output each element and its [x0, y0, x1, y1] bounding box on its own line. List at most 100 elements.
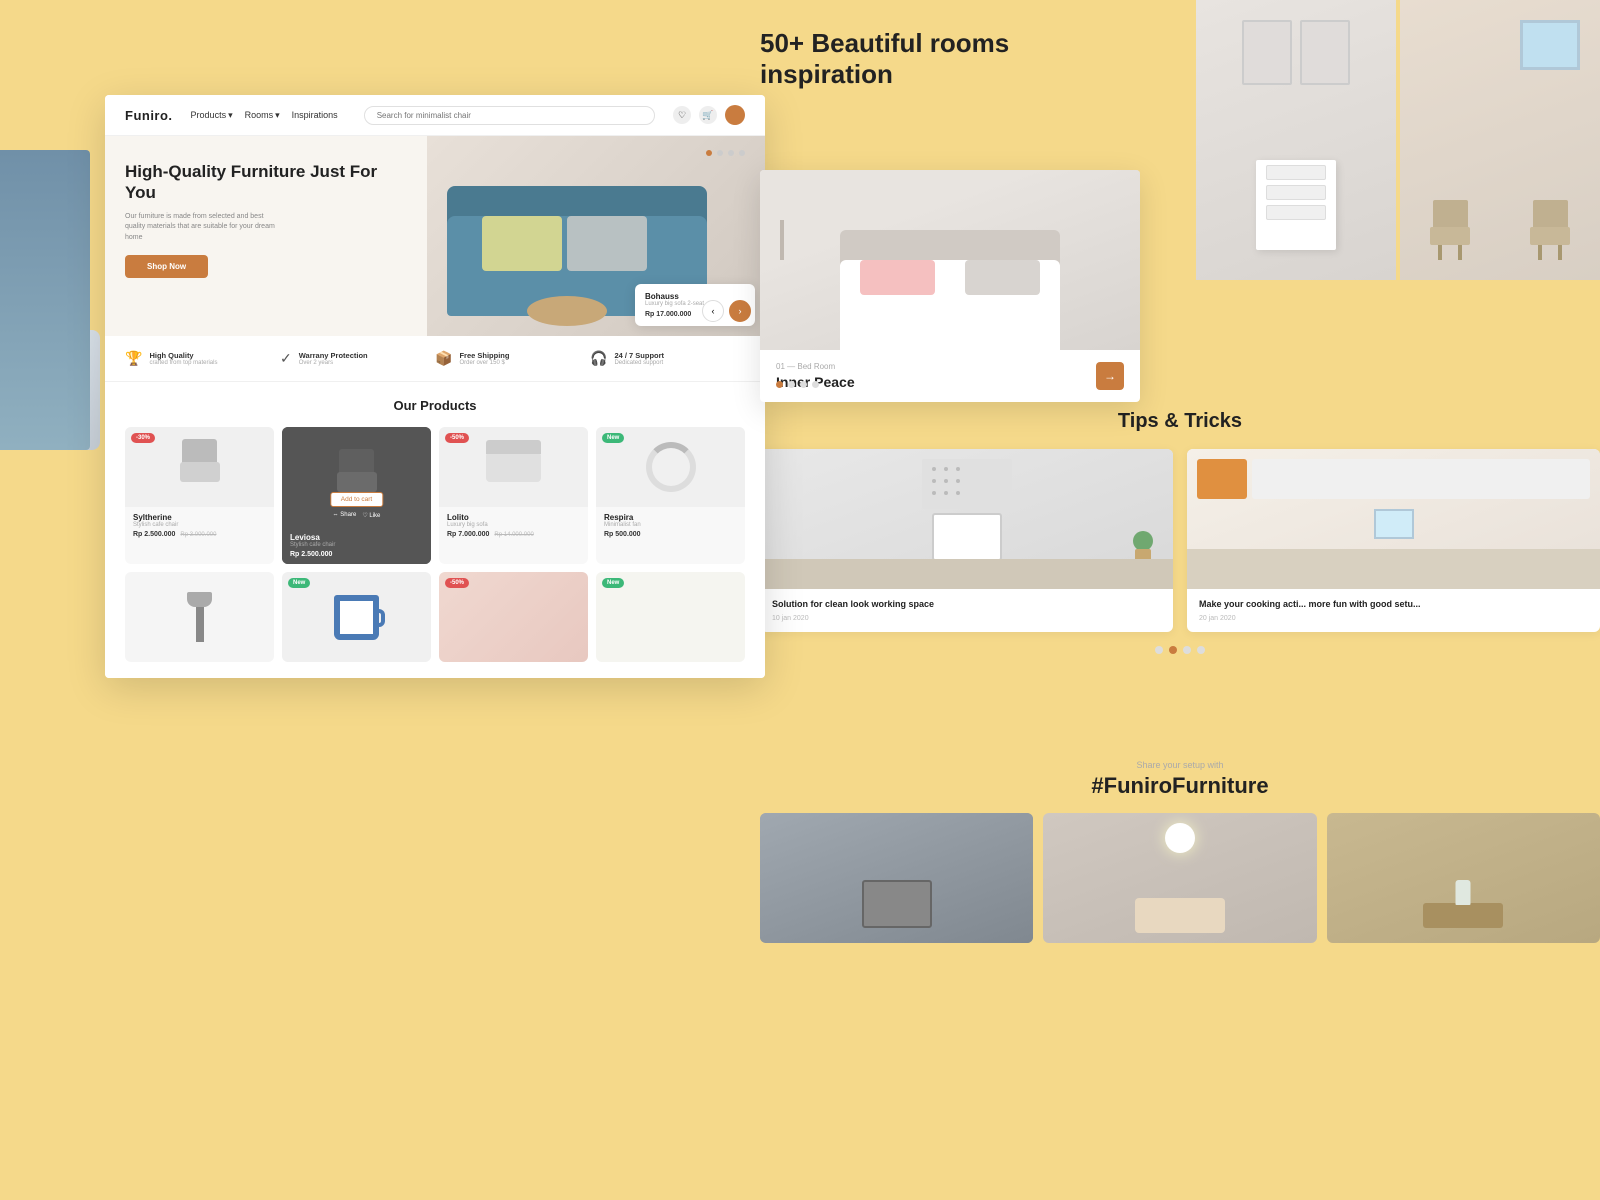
feature-support-sub: Dedicated support — [614, 360, 664, 366]
products-row-2: New -50% New — [125, 572, 745, 662]
badge-sale-1: -30% — [131, 433, 155, 443]
tip-date-1: 10 jan 2020 — [772, 615, 1161, 622]
nav-link-rooms[interactable]: Rooms ▾ — [245, 110, 280, 121]
inspiration-title: 50+ Beautiful roomsinspiration — [760, 28, 1009, 90]
room-carousel-dots — [776, 381, 819, 388]
product-prices-3: Rp 7.000.000 Rp 14.000.000 — [447, 531, 580, 538]
tip-card-1[interactable]: Solution for clean look working space 10… — [760, 449, 1173, 632]
tips-dot-3[interactable] — [1183, 646, 1191, 654]
feature-shipping-title: Free Shipping — [459, 351, 509, 360]
navigation: Funiro. Products ▾ Rooms ▾ Inspirations … — [105, 95, 765, 136]
products-title: Our Products — [125, 398, 745, 413]
price-old-1: Rp 3.000.000 — [180, 532, 216, 538]
workspace-desk — [760, 559, 1173, 589]
product-card-4[interactable]: New Respira Minimalist fan Rp 500.000 — [596, 427, 745, 564]
kitchen-counter — [1187, 549, 1600, 589]
dining-preview — [1400, 0, 1600, 280]
product-card-3[interactable]: -50% Lolito Luxury big sofa Rp 7.000.000… — [439, 427, 588, 564]
feature-warranty-sub: Over 2 years — [299, 360, 368, 366]
tip-image-2 — [1187, 449, 1600, 589]
feature-quality-title: High Quality — [149, 351, 217, 360]
dot-3[interactable] — [728, 150, 734, 156]
htag-light — [1165, 823, 1195, 853]
dot-2[interactable] — [717, 150, 723, 156]
badge-sale-3: -50% — [445, 433, 469, 443]
pegboard-dot-7 — [932, 491, 936, 495]
add-to-cart-button[interactable]: Add to cart — [330, 492, 383, 507]
nav-link-products[interactable]: Products ▾ — [191, 110, 233, 121]
hero-title: High-Quality Furniture Just For You — [125, 161, 407, 204]
tips-section: Tips & Tricks — [760, 410, 1600, 654]
tips-pagination — [760, 646, 1600, 654]
tips-dot-4[interactable] — [1197, 646, 1205, 654]
feature-support: 🎧 24 / 7 Support Dedicated support — [590, 350, 745, 367]
pegboard-dot-6 — [956, 479, 960, 483]
tip-image-1 — [760, 449, 1173, 589]
badge-sale-7: -50% — [445, 578, 469, 588]
room-navigate-button[interactable]: → — [1096, 362, 1124, 390]
next-arrow[interactable]: › — [729, 300, 751, 322]
kitchen-scene — [1187, 449, 1600, 589]
product-info-2: Leviosa Stylish cafe chair Rp 2.500.000 — [282, 527, 431, 564]
hashtag-image-3 — [1327, 813, 1600, 943]
dot-1[interactable] — [706, 150, 712, 156]
product-card-6[interactable]: New — [282, 572, 431, 662]
pegboard-dot — [932, 467, 936, 471]
kitchen-cabinet — [1252, 459, 1590, 499]
product-card-2[interactable]: Add to cart ⇔ Share ♡ Like Leviosa Styli… — [282, 427, 431, 564]
room-dot-2[interactable] — [788, 381, 795, 388]
badge-new-6: New — [288, 578, 310, 588]
dining-chair-2 — [1530, 200, 1570, 260]
room-dot-3[interactable] — [800, 381, 807, 388]
room-number-label: 01 — Bed Room — [776, 362, 855, 371]
pegboard-dot-2 — [944, 467, 948, 471]
badge-new-8: New — [602, 578, 624, 588]
product-name-4: Respira — [604, 513, 737, 522]
hashtag-grid — [760, 813, 1600, 943]
wishlist-icon[interactable]: ♡ — [673, 106, 691, 124]
nav-icons: ♡ 🛒 — [673, 105, 745, 125]
htag-sofa — [1135, 898, 1225, 933]
cart-icon[interactable]: 🛒 — [699, 106, 717, 124]
hashtag-title: #FuniroFurniture — [760, 773, 1600, 799]
avatar[interactable] — [725, 105, 745, 125]
room-card-footer: 01 — Bed Room Inner Peace → — [760, 350, 1140, 402]
sofa-illustration — [486, 452, 541, 482]
feature-quality-sub: crafted from top materials — [149, 360, 217, 366]
drawer-2 — [1266, 185, 1326, 200]
room-card-image — [760, 170, 1140, 350]
pegboard-dot-4 — [932, 479, 936, 483]
product-name-3: Lolito — [447, 513, 580, 522]
product-prices-1: Rp 2.500.000 Rp 3.000.000 — [133, 531, 266, 538]
product-card-5[interactable] — [125, 572, 274, 662]
tips-dot-2[interactable] — [1169, 646, 1177, 654]
product-category-3: Luxury big sofa — [447, 522, 580, 528]
tips-dot-1[interactable] — [1155, 646, 1163, 654]
htag2-scene — [1043, 813, 1316, 943]
features-bar: 🏆 High Quality crafted from top material… — [105, 336, 765, 382]
share-action[interactable]: ⇔ Share — [333, 512, 357, 519]
dot-4[interactable] — [739, 150, 745, 156]
room-dot-4[interactable] — [812, 381, 819, 388]
prev-arrow[interactable]: ‹ — [702, 300, 724, 322]
product-card-1[interactable]: -30% Syltherine Stylish cafe chair Rp 2.… — [125, 427, 274, 564]
htag-laptop — [862, 880, 932, 928]
pillow-right — [965, 260, 1040, 295]
bedroom-scene — [760, 170, 1140, 350]
website-mockup: Funiro. Products ▾ Rooms ▾ Inspirations … — [105, 95, 765, 678]
nav-link-inspirations[interactable]: Inspirations — [292, 110, 338, 120]
search-input[interactable] — [364, 106, 655, 125]
feature-warranty: ✓ Warrany Protection Over 2 years — [280, 350, 435, 367]
product-card-8[interactable]: New — [596, 572, 745, 662]
room-dot-1[interactable] — [776, 381, 783, 388]
tip-card-2[interactable]: Make your cooking acti... more fun with … — [1187, 449, 1600, 632]
tip-content-2: Make your cooking acti... more fun with … — [1187, 589, 1600, 632]
tip-headline-1: Solution for clean look working space — [772, 599, 1161, 611]
sofa-cushion-2 — [567, 216, 647, 271]
wall-frames — [1242, 20, 1350, 85]
like-action[interactable]: ♡ Like — [362, 512, 380, 519]
shop-now-button[interactable]: Shop Now — [125, 255, 208, 278]
hero-image: Bohauss Luxury big sofa 2-seat Rp 17.000… — [427, 136, 765, 336]
product-card-7[interactable]: -50% — [439, 572, 588, 662]
mug-illustration — [334, 595, 379, 640]
